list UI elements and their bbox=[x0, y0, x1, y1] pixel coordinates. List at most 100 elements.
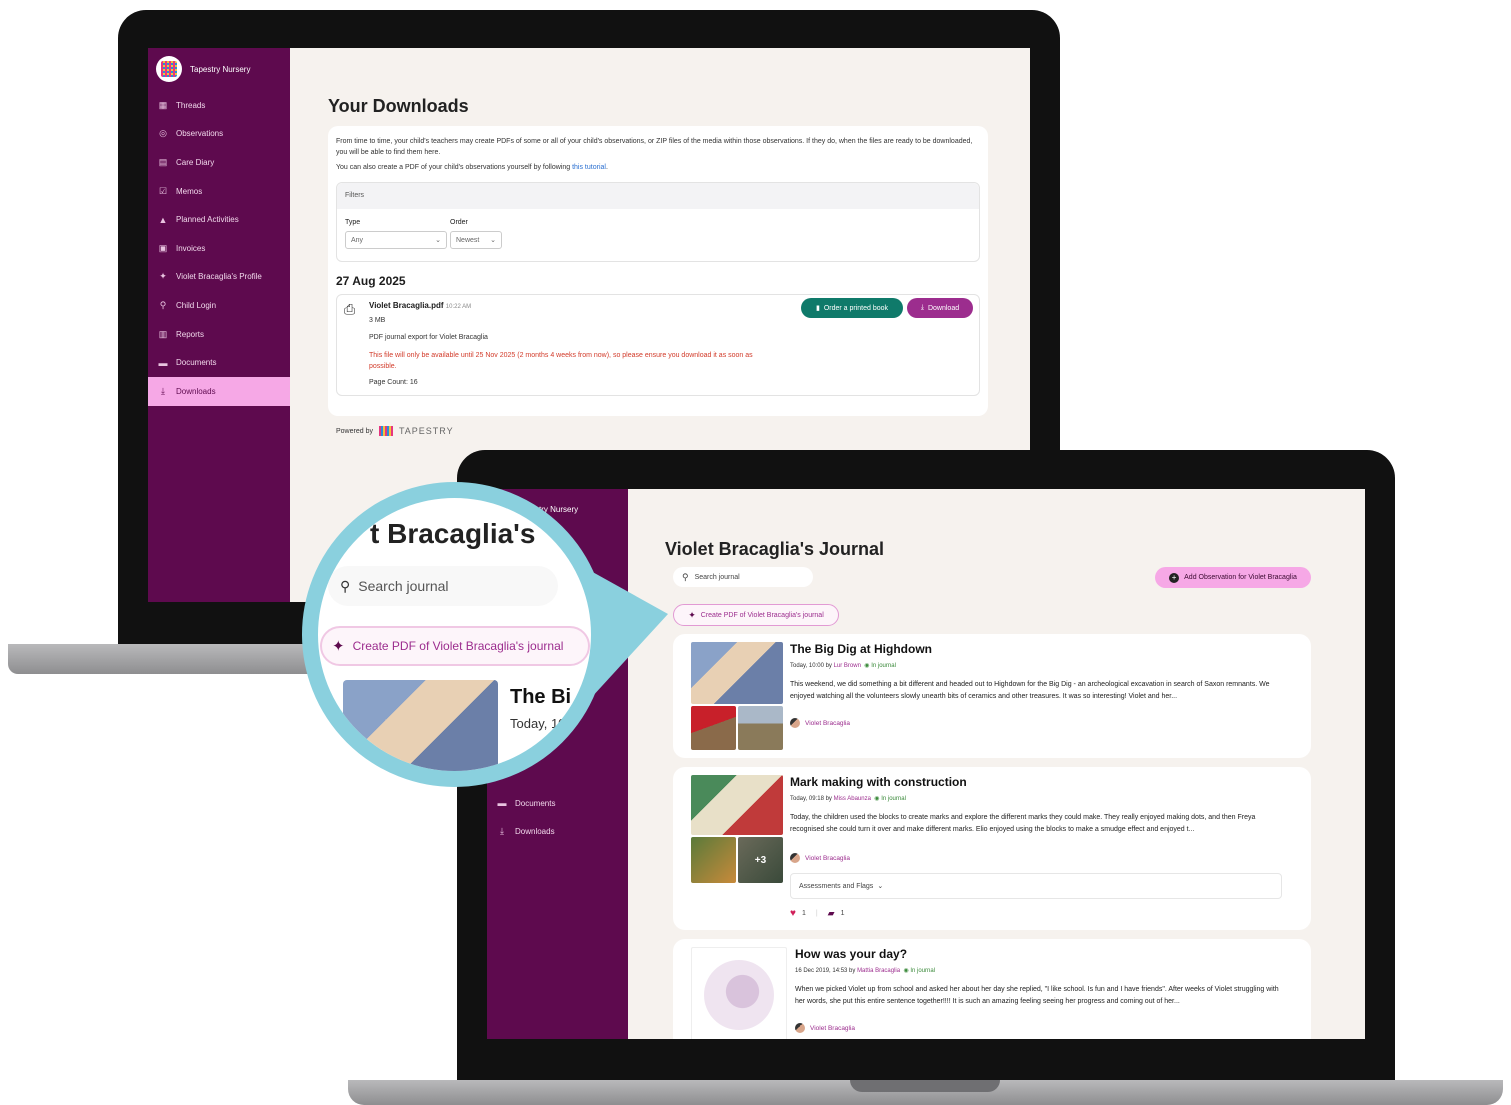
search-icon: ⚲ bbox=[340, 577, 351, 594]
sidebar-item-care-diary[interactable]: ▤ Care Diary bbox=[148, 148, 290, 177]
observation-body: When we picked Violet up from school and… bbox=[795, 986, 1279, 1005]
heart-icon[interactable]: ♥ bbox=[790, 908, 796, 919]
sidebar-item-invoices[interactable]: ▣ Invoices bbox=[148, 234, 290, 263]
sparkle-icon: ✦ bbox=[688, 609, 696, 620]
observation-photo[interactable] bbox=[691, 775, 783, 835]
documents-icon: ▬ bbox=[497, 798, 507, 808]
brand-name: Tapestry Nursery bbox=[190, 64, 251, 74]
reports-icon: ▥ bbox=[158, 328, 168, 339]
observation-photo[interactable] bbox=[691, 837, 736, 883]
sidebar-item-downloads[interactable]: ⤓ Downloads bbox=[148, 376, 290, 406]
filters-label: Filters bbox=[345, 192, 365, 199]
brand[interactable]: Tapestry Nursery bbox=[156, 56, 250, 82]
observation-title[interactable]: The Big Dig at Highdown bbox=[790, 642, 932, 656]
download-icon: ⤓ bbox=[920, 304, 924, 311]
sidebar-item-documents[interactable]: ▬ Documents bbox=[148, 348, 290, 377]
avatar bbox=[795, 1023, 805, 1033]
sidebar-item-reports[interactable]: ▥ Reports bbox=[148, 320, 290, 349]
sidebar-item-label: Care Diary bbox=[176, 157, 215, 167]
observation-photo[interactable] bbox=[691, 947, 787, 1039]
order-printed-book-button[interactable]: ▮ Order a printed book bbox=[801, 298, 903, 318]
plus-circle-icon: + bbox=[1169, 572, 1180, 583]
planned-activities-icon: ▲ bbox=[158, 214, 168, 225]
assessments-toggle[interactable]: Assessments and Flags ⌄ bbox=[790, 873, 1282, 899]
observation-body: Today, the children used the blocks to c… bbox=[790, 814, 1256, 833]
journal-status: In journal bbox=[910, 968, 936, 974]
sidebar-item-documents[interactable]: ▬ Documents bbox=[487, 789, 628, 817]
observation-photo[interactable] bbox=[691, 706, 736, 750]
sidebar-item-threads[interactable]: ▦ Threads bbox=[148, 91, 290, 120]
divider: | bbox=[815, 910, 818, 917]
chevron-down-icon: ⌄ bbox=[877, 883, 884, 890]
order-select[interactable]: Newest ⌄ bbox=[450, 231, 502, 249]
sidebar-item-label: Observations bbox=[176, 129, 224, 139]
magnified-create-pdf-button[interactable]: ✦ Create PDF of Violet Bracaglia's journ… bbox=[320, 626, 590, 666]
add-observation-button[interactable]: + Add Observation for Violet Bracaglia bbox=[1155, 567, 1311, 588]
download-icon: ⤓ bbox=[161, 385, 165, 396]
child-login-icon: ⚲ bbox=[159, 299, 167, 310]
observation-photo[interactable] bbox=[738, 706, 783, 750]
threads-icon: ▦ bbox=[158, 99, 168, 110]
date-heading: 27 Aug 2025 bbox=[336, 274, 406, 288]
placeholder-illustration-icon bbox=[704, 960, 774, 1030]
documents-icon: ▬ bbox=[158, 357, 168, 368]
powered-by: Powered by TAPESTRY bbox=[336, 426, 454, 436]
file-size: 3 MB bbox=[369, 317, 386, 324]
more-media-tile[interactable]: +3 bbox=[738, 837, 783, 883]
observation-card[interactable]: +3 Mark making with construction Today, … bbox=[673, 767, 1311, 930]
sidebar: Tapestry Nursery ▦ Threads ◎ Observations ▤ C… bbox=[148, 48, 290, 602]
author-link[interactable]: Miss Abaunza bbox=[834, 796, 871, 802]
magnified-obs-meta: Today, 10 bbox=[510, 716, 566, 731]
type-label: Type bbox=[345, 219, 361, 226]
observation-card[interactable]: The Big Dig at Highdown Today, 10:00 by … bbox=[673, 634, 1311, 758]
sidebar-item-violet-bracaglia-s-profile[interactable]: ✦ Violet Bracaglia's Profile bbox=[148, 263, 290, 292]
magnifier-callout: t Bracaglia's ⚲ Search journal ✦ Create … bbox=[302, 482, 607, 787]
reactions-row: ♥ 1 | ▰ 1 bbox=[790, 908, 845, 919]
download-button[interactable]: ⤓ Download bbox=[907, 298, 973, 318]
file-name: Violet Bracaglia.pdf bbox=[369, 301, 444, 310]
sidebar-item-observations[interactable]: ◎ Observations bbox=[148, 120, 290, 149]
observation-meta: Today, 10:00 by Lur Brown ◉ In journal bbox=[790, 663, 896, 669]
file-name-row: Violet Bracaglia.pdf 10:22 AM bbox=[369, 301, 471, 310]
search-box[interactable]: ⚲ Search journal bbox=[673, 567, 813, 587]
child-tag[interactable]: Violet Bracaglia bbox=[790, 718, 850, 728]
observation-card[interactable]: How was your day? 16 Dec 2019, 14:53 by … bbox=[673, 939, 1311, 1039]
type-select[interactable]: Any ⌄ bbox=[345, 231, 447, 249]
sidebar-item-label: Violet Bracaglia's Profile bbox=[176, 272, 262, 282]
author-link[interactable]: Mattia Bracaglia bbox=[857, 968, 900, 974]
page-title: Your Downloads bbox=[328, 96, 469, 116]
observation-title[interactable]: How was your day? bbox=[795, 947, 907, 961]
tutorial-link[interactable]: this tutorial bbox=[572, 164, 606, 171]
search-icon: ⚲ bbox=[682, 571, 689, 582]
filters-panel: Filters Type Any ⌄ Order Newest ⌄ bbox=[336, 182, 980, 262]
memos-icon: ☑ bbox=[158, 185, 168, 196]
child-tag[interactable]: Violet Bracaglia bbox=[795, 1023, 855, 1033]
sidebar-item-label: Threads bbox=[176, 100, 206, 110]
sidebar-item-planned-activities[interactable]: ▲ Planned Activities bbox=[148, 205, 290, 234]
magnified-search-box[interactable]: ⚲ Search journal bbox=[328, 566, 558, 606]
download-icon: ⤓ bbox=[500, 825, 504, 836]
tapestry-logo-icon bbox=[378, 426, 393, 436]
sidebar-item-child-login[interactable]: ⚲ Child Login bbox=[148, 291, 290, 320]
observation-meta: 16 Dec 2019, 14:53 by Mattia Bracaglia ◉… bbox=[795, 968, 936, 974]
front-laptop-notch bbox=[850, 1080, 1000, 1092]
intro-text: From time to time, your child's teachers… bbox=[336, 138, 973, 156]
author-link[interactable]: Lur Brown bbox=[834, 663, 861, 669]
search-input[interactable]: Search journal bbox=[695, 574, 740, 581]
create-pdf-button[interactable]: ✦ Create PDF of Violet Bracaglia's journ… bbox=[673, 604, 839, 626]
observation-body: This weekend, we did something a bit dif… bbox=[790, 681, 1270, 700]
chevron-down-icon: ⌄ bbox=[490, 237, 496, 244]
sidebar-item-memos[interactable]: ☑ Memos bbox=[148, 177, 290, 206]
observation-photo[interactable] bbox=[691, 642, 783, 704]
download-item: ⎙ Violet Bracaglia.pdf 10:22 AM 3 MB PDF… bbox=[336, 294, 980, 396]
child-tag[interactable]: Violet Bracaglia bbox=[790, 853, 850, 863]
sidebar-item-label: Memos bbox=[176, 186, 203, 196]
tapestry-logo-icon bbox=[156, 56, 182, 82]
comment-icon[interactable]: ▰ bbox=[828, 908, 835, 919]
expiry-warning: This file will only be available until 2… bbox=[369, 352, 753, 370]
journal-title: Violet Bracaglia's Journal bbox=[665, 539, 885, 559]
chevron-down-icon: ⌄ bbox=[435, 237, 441, 244]
sidebar-item-downloads[interactable]: ⤓ Downloads bbox=[487, 817, 628, 845]
sidebar-item-label: Documents bbox=[515, 798, 556, 808]
observation-title[interactable]: Mark making with construction bbox=[790, 775, 967, 789]
